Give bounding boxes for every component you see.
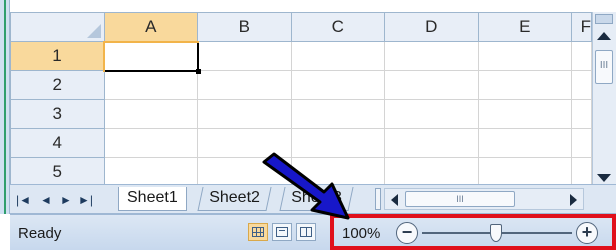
cell-e2[interactable] bbox=[477, 70, 572, 100]
page-break-preview-button[interactable] bbox=[296, 223, 316, 241]
next-sheet-icon[interactable]: ► bbox=[60, 193, 72, 207]
window-left-edge bbox=[0, 0, 10, 214]
scroll-up-icon[interactable] bbox=[597, 32, 611, 40]
cell-d5[interactable] bbox=[384, 157, 479, 187]
prev-sheet-icon[interactable]: ◄ bbox=[40, 193, 52, 207]
cell-e1[interactable] bbox=[477, 41, 572, 71]
cell-b1[interactable] bbox=[197, 41, 292, 71]
row-header-4[interactable]: 4 bbox=[10, 128, 105, 158]
row-header-3[interactable]: 3 bbox=[10, 99, 105, 129]
zoom-highlight-box bbox=[330, 214, 616, 250]
cell-c3[interactable] bbox=[290, 99, 385, 129]
cell-d3[interactable] bbox=[384, 99, 479, 129]
cell-f1[interactable] bbox=[571, 41, 592, 71]
vertical-split-box[interactable] bbox=[595, 14, 613, 24]
cell-f4[interactable] bbox=[571, 128, 592, 158]
select-all-corner[interactable] bbox=[10, 12, 105, 42]
normal-view-icon bbox=[252, 227, 264, 237]
tab-sheet1-label: Sheet1 bbox=[127, 189, 178, 206]
row-header-1[interactable]: 1 bbox=[10, 41, 105, 71]
cell-b2[interactable] bbox=[197, 70, 292, 100]
horizontal-scrollbar[interactable]: III bbox=[384, 188, 584, 210]
column-header-f[interactable]: F bbox=[571, 12, 592, 42]
tab-sheet2[interactable]: Sheet2 bbox=[197, 187, 272, 211]
column-header-a[interactable]: A bbox=[103, 12, 198, 43]
cell-c1[interactable] bbox=[290, 41, 385, 71]
cell-c2[interactable] bbox=[290, 70, 385, 100]
cell-f2[interactable] bbox=[571, 70, 592, 100]
tab-sheet2-label: Sheet2 bbox=[209, 189, 260, 206]
cell-f3[interactable] bbox=[571, 99, 592, 129]
cell-d1[interactable] bbox=[384, 41, 479, 71]
cell-f5[interactable] bbox=[571, 157, 592, 187]
scroll-right-icon[interactable] bbox=[570, 194, 577, 206]
select-all-icon bbox=[86, 24, 101, 38]
page-layout-view-button[interactable] bbox=[272, 223, 292, 241]
tab-split-handle[interactable] bbox=[375, 188, 381, 210]
page-layout-icon bbox=[276, 227, 288, 237]
normal-view-button[interactable] bbox=[248, 223, 268, 241]
column-header-c[interactable]: C bbox=[290, 12, 385, 42]
excel-window: A B C D E F 1 2 3 4 5 III |◄ ◄ ► ►| Shee… bbox=[0, 0, 616, 250]
cell-a5[interactable] bbox=[103, 157, 198, 187]
row-header-2[interactable]: 2 bbox=[10, 70, 105, 100]
scroll-left-icon[interactable] bbox=[391, 194, 398, 206]
vertical-scrollbar[interactable]: III bbox=[592, 12, 616, 184]
last-sheet-icon[interactable]: ►| bbox=[78, 193, 93, 207]
vertical-scroll-thumb[interactable]: III bbox=[595, 50, 613, 84]
column-header-d[interactable]: D bbox=[384, 12, 479, 42]
status-ready: Ready bbox=[18, 225, 62, 242]
horizontal-scroll-thumb[interactable]: III bbox=[405, 191, 515, 207]
tab-sheet1[interactable]: Sheet1 bbox=[118, 187, 187, 211]
cell-a2[interactable] bbox=[103, 70, 198, 100]
cell-b3[interactable] bbox=[197, 99, 292, 129]
column-header-b[interactable]: B bbox=[197, 12, 292, 42]
cell-e4[interactable] bbox=[477, 128, 572, 158]
cell-a4[interactable] bbox=[103, 128, 198, 158]
row-header-5[interactable]: 5 bbox=[10, 157, 105, 187]
cell-a1[interactable] bbox=[103, 40, 201, 75]
first-sheet-icon[interactable]: |◄ bbox=[16, 193, 31, 207]
cell-d4[interactable] bbox=[384, 128, 479, 158]
blue-arrow-icon bbox=[262, 152, 350, 220]
cell-a3[interactable] bbox=[103, 99, 198, 129]
cell-e3[interactable] bbox=[477, 99, 572, 129]
cell-d2[interactable] bbox=[384, 70, 479, 100]
cell-e5[interactable] bbox=[477, 157, 572, 187]
column-header-e[interactable]: E bbox=[477, 12, 572, 42]
page-break-icon bbox=[300, 227, 312, 237]
scroll-down-icon[interactable] bbox=[597, 174, 611, 182]
